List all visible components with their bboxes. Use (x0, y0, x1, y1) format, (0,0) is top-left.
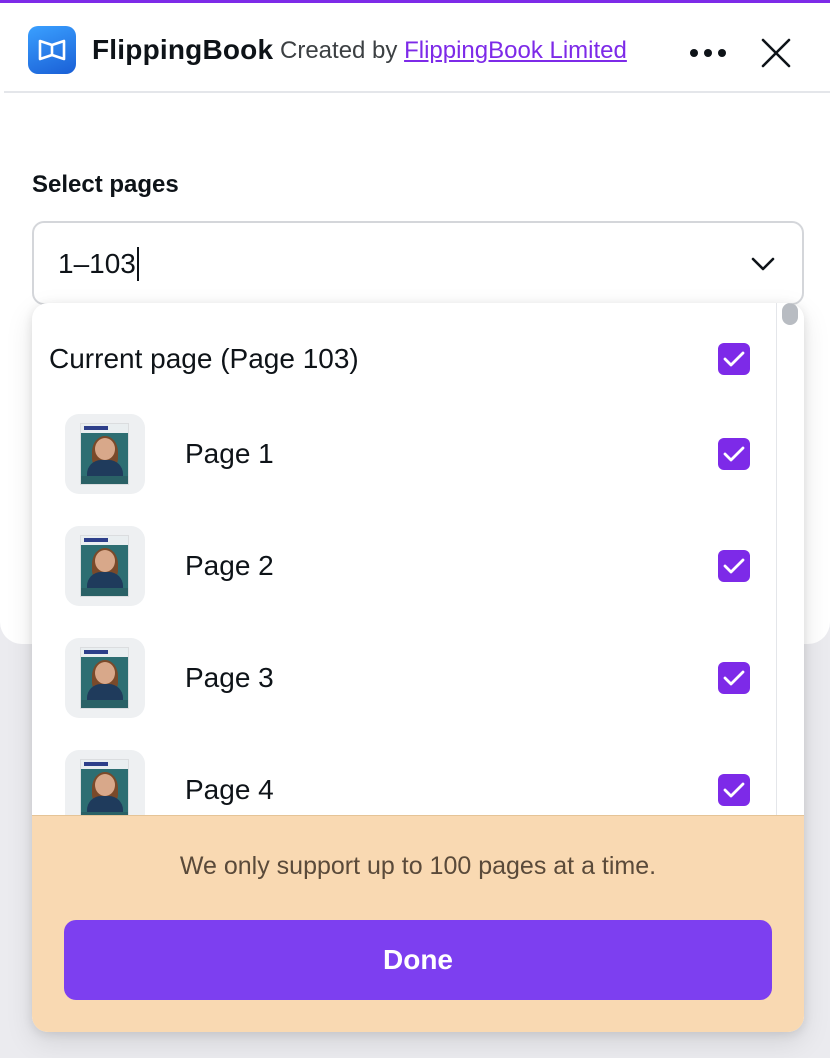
more-options-button[interactable] (684, 33, 732, 73)
page-checkbox[interactable] (718, 550, 750, 582)
text-cursor (136, 247, 139, 281)
page-limit-notice: We only support up to 100 pages at a tim… (179, 852, 657, 880)
done-button[interactable]: Done (64, 920, 772, 1000)
scrollbar-track[interactable] (776, 303, 804, 815)
page-label: Page 2 (185, 550, 274, 581)
page-checkbox[interactable] (718, 438, 750, 470)
header-divider (4, 91, 830, 93)
current-page-label: Current page (Page 103) (49, 343, 359, 374)
current-page-checkbox[interactable] (718, 343, 750, 375)
page-option-4[interactable]: Page 4 (32, 750, 776, 815)
page-thumbnail (65, 526, 145, 606)
scrollbar-thumb[interactable] (782, 303, 798, 325)
developer-link[interactable]: FlippingBook Limited (404, 37, 627, 64)
current-page-option[interactable]: Current page (Page 103) (32, 317, 776, 401)
app-title: FlippingBook (92, 34, 274, 65)
more-options-icon (690, 49, 726, 57)
chevron-down-icon[interactable] (748, 249, 778, 279)
page-label: Page 4 (185, 774, 274, 805)
checkmark-icon (723, 782, 745, 798)
page-checkbox[interactable] (718, 662, 750, 694)
page-label: Page 3 (185, 662, 274, 693)
page-thumbnail (65, 414, 145, 494)
page-checkbox[interactable] (718, 774, 750, 806)
select-pages-label: Select pages (32, 171, 179, 198)
close-icon (761, 38, 791, 68)
pages-dropdown: Current page (Page 103) Page 1 Page 2 Pa… (32, 303, 804, 1032)
page-thumbnail (65, 750, 145, 815)
pages-list: Current page (Page 103) Page 1 Page 2 Pa… (32, 303, 776, 815)
page-option-3[interactable]: Page 3 (32, 638, 776, 750)
page-label: Page 1 (185, 438, 274, 469)
close-button[interactable] (752, 29, 800, 77)
page-option-2[interactable]: Page 2 (32, 526, 776, 638)
checkmark-icon (723, 558, 745, 574)
created-by-text: Created by FlippingBook Limited (280, 37, 627, 65)
created-by-prefix: Created by (280, 37, 398, 64)
flippingbook-logo-icon (28, 26, 76, 74)
page-range-text: 1–103 (58, 248, 136, 279)
page-range-value: 1–103 (58, 247, 139, 281)
page-thumbnail (65, 638, 145, 718)
page-limit-footer: We only support up to 100 pages at a tim… (32, 815, 804, 1032)
app-header: FlippingBook Created by FlippingBook Lim… (0, 3, 830, 91)
page-option-1[interactable]: Page 1 (32, 414, 776, 526)
checkmark-icon (723, 446, 745, 462)
page-range-input[interactable]: 1–103 (32, 221, 804, 305)
checkmark-icon (723, 670, 745, 686)
checkmark-icon (723, 351, 745, 367)
